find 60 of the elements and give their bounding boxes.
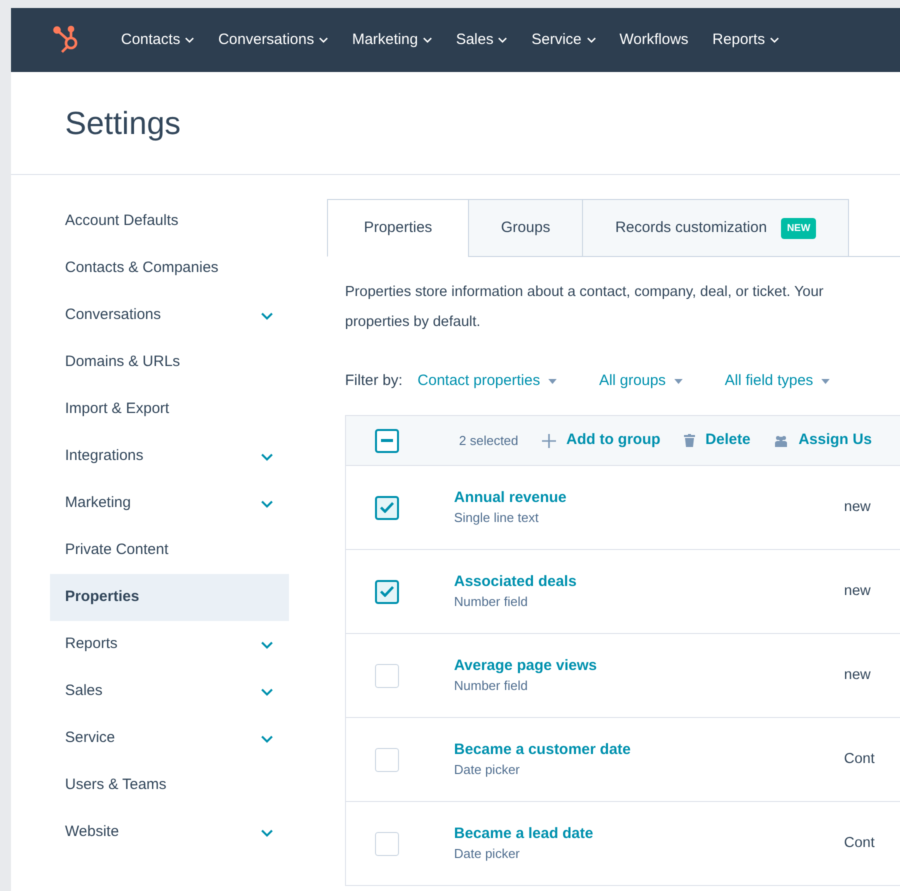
trash-icon <box>684 434 696 447</box>
property-type: Date picker <box>454 844 521 863</box>
sidebar-item[interactable]: Reports <box>50 621 289 668</box>
table-cell-text: new <box>844 498 871 517</box>
sidebar-item[interactable]: Properties <box>50 574 289 621</box>
page-title: Settings <box>65 104 181 143</box>
sidebar-item[interactable]: Integrations <box>50 433 289 480</box>
sidebar-item[interactable]: Domains & URLs <box>50 339 289 386</box>
filter-dropdown[interactable]: Contact properties <box>418 370 558 392</box>
property-name-link[interactable]: Became a lead date <box>454 824 844 844</box>
description-text: Properties store information about a contact, company, deal, or ticket. Your <box>345 283 824 302</box>
sidebar-item[interactable]: Private Content <box>50 527 289 574</box>
checkmark-icon <box>380 502 394 513</box>
sidebar-item[interactable]: Account Defaults <box>50 198 289 245</box>
plus-icon <box>542 434 556 448</box>
checkbox[interactable] <box>375 580 399 604</box>
tab[interactable]: Groups <box>468 199 584 257</box>
select-all-checkbox[interactable] <box>375 428 399 452</box>
sidebar-item[interactable]: Service <box>50 715 289 762</box>
nav-menu-item[interactable]: Marketing <box>352 28 432 52</box>
property-type: Number field <box>454 676 529 694</box>
nav-menu-item[interactable]: Workflows <box>620 28 688 52</box>
sidebar-item[interactable]: Import & Export <box>50 386 289 433</box>
table-cell-text: new <box>844 666 871 685</box>
sidebar-item[interactable]: Conversations <box>50 292 289 339</box>
tab[interactable]: Records customization NEW <box>582 199 850 257</box>
sidebar-item[interactable]: Contacts & Companies <box>50 245 289 292</box>
nav-menu-item[interactable]: Sales <box>456 28 508 52</box>
table-cell-text: new <box>844 582 871 601</box>
property-name-link[interactable]: Average page views <box>454 656 844 676</box>
property-type: Single line text <box>454 508 540 527</box>
table-cell-text: Cont <box>844 750 875 769</box>
sidebar-item[interactable]: Sales <box>50 668 289 715</box>
filter-label: Filter by: <box>345 370 403 391</box>
users-icon <box>774 434 788 446</box>
property-name-link[interactable]: Associated deals <box>454 572 844 592</box>
checkmark-icon <box>380 586 394 597</box>
description-text: properties by default. <box>345 313 482 332</box>
sidebar-item[interactable]: Website <box>50 809 289 856</box>
property-type: Date picker <box>454 760 521 779</box>
property-type: Number field <box>454 592 529 610</box>
property-name-link[interactable]: Annual revenue <box>454 488 844 508</box>
caret-icon <box>674 378 683 384</box>
nav-menu-item[interactable]: Reports <box>712 28 779 52</box>
property-name-link[interactable]: Became a customer date <box>454 740 844 760</box>
new-badge: NEW <box>780 218 816 238</box>
minus-icon <box>381 439 393 442</box>
selected-count: 2 selected <box>459 432 518 450</box>
filter-dropdown[interactable]: All groups <box>599 370 683 392</box>
nav-menu-item[interactable]: Service <box>531 28 596 52</box>
sidebar-item[interactable]: Marketing <box>50 480 289 527</box>
caret-icon <box>821 378 830 384</box>
tab[interactable]: Properties <box>327 199 469 257</box>
checkbox[interactable] <box>375 496 399 520</box>
sidebar-item[interactable]: Users & Teams <box>50 762 289 809</box>
table-cell-text: Cont <box>844 834 875 853</box>
nav-menu-item[interactable]: Conversations <box>218 28 328 52</box>
nav-menu-item[interactable]: Contacts <box>121 28 194 52</box>
caret-icon <box>548 378 558 384</box>
filter-dropdown[interactable]: All field types <box>724 370 830 392</box>
